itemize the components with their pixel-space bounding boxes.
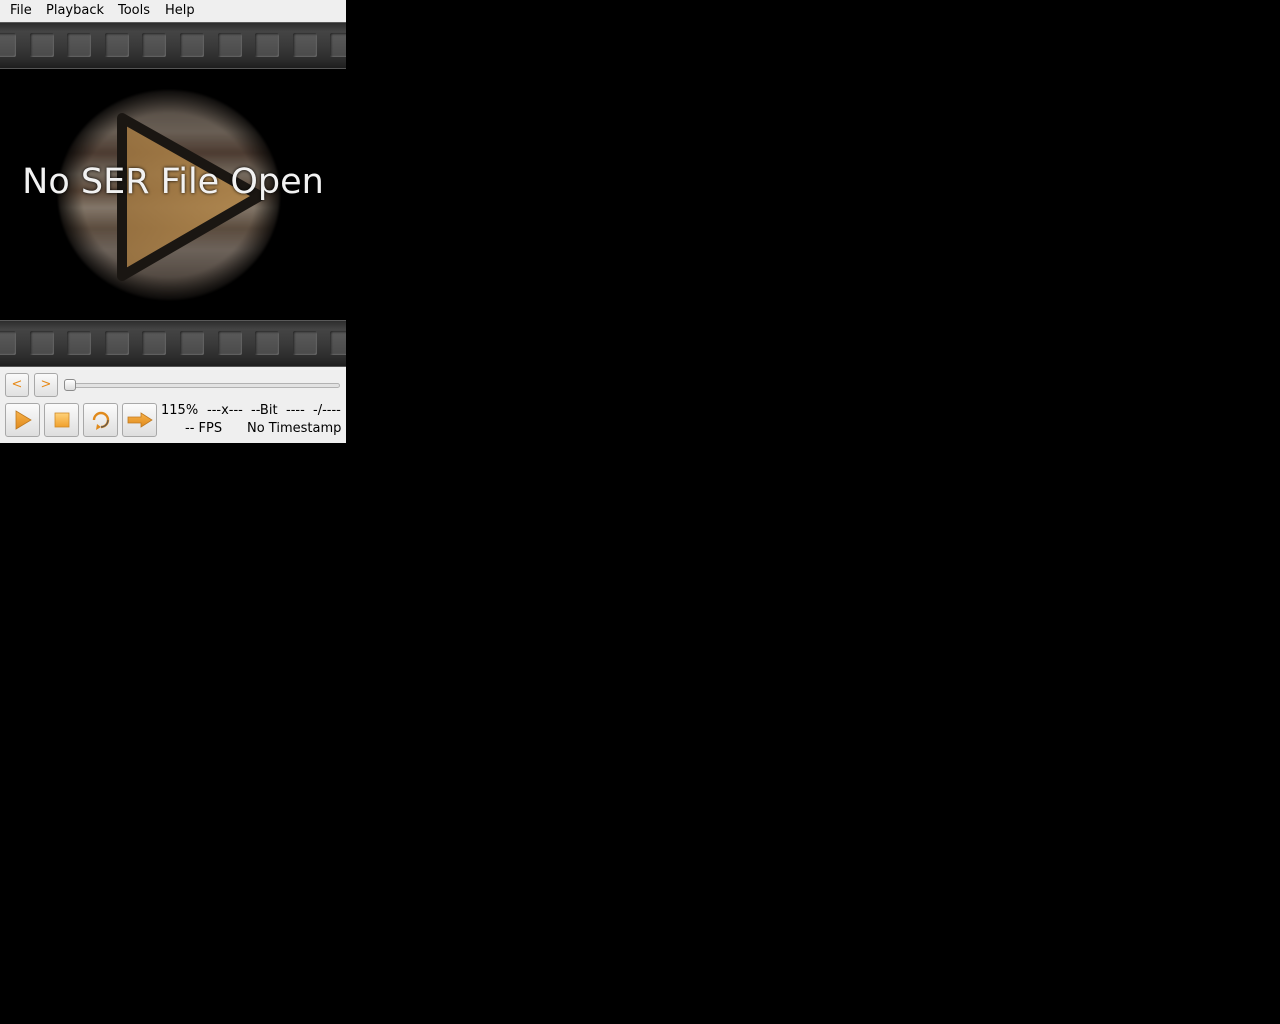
film-sprocket-hole xyxy=(292,331,317,355)
film-sprocket-hole xyxy=(292,33,317,57)
film-sprocket-hole xyxy=(180,331,204,355)
play-button[interactable] xyxy=(5,403,40,437)
film-sprocket-hole xyxy=(217,33,242,57)
filmstrip-bottom xyxy=(0,320,346,367)
film-sprocket-hole xyxy=(67,331,92,355)
menu-playback[interactable]: Playback xyxy=(46,3,104,19)
video-display: No SER File Open xyxy=(0,22,346,367)
filmstrip-top xyxy=(0,22,346,69)
film-sprocket-hole xyxy=(217,331,242,355)
timestamp-readout: No Timestamp xyxy=(247,421,342,436)
film-sprocket-hole xyxy=(330,331,346,355)
forward-arrow-icon xyxy=(127,412,153,428)
film-sprocket-hole xyxy=(142,331,167,355)
film-sprocket-hole xyxy=(67,33,92,57)
film-sprocket-hole xyxy=(142,33,167,57)
stop-icon xyxy=(54,412,69,428)
menu-bar: File Playback Tools Help xyxy=(0,0,346,22)
film-sprocket-hole xyxy=(180,33,204,57)
film-sprocket-hole xyxy=(29,33,54,57)
film-sprocket-hole xyxy=(255,331,280,355)
film-sprocket-hole xyxy=(104,331,129,355)
film-sprocket-hole xyxy=(29,331,54,355)
repeat-icon xyxy=(92,411,109,430)
next-frame-button[interactable]: > xyxy=(34,373,58,397)
frame-dimensions: ---x--- xyxy=(207,403,243,418)
color-mode: ---- xyxy=(286,403,305,418)
frame-slider-handle[interactable] xyxy=(64,379,76,391)
zoom-level: 115% xyxy=(161,403,199,418)
prev-frame-button[interactable]: < xyxy=(5,373,29,397)
bit-depth: --Bit xyxy=(251,403,278,418)
repeat-button[interactable] xyxy=(83,403,118,437)
menu-tools[interactable]: Tools xyxy=(118,3,150,19)
forward-button[interactable] xyxy=(122,403,157,437)
frame-counter: -/---- xyxy=(313,403,341,418)
menu-help[interactable]: Help xyxy=(165,3,195,19)
stop-button[interactable] xyxy=(44,403,79,437)
play-icon xyxy=(15,410,32,430)
film-sprocket-hole xyxy=(0,33,16,57)
frame-slider-track[interactable] xyxy=(66,383,340,388)
fps-readout: -- FPS xyxy=(185,421,223,436)
ser-player-window: File Playback Tools Help No SER File Ope… xyxy=(0,0,346,443)
menu-file[interactable]: File xyxy=(10,3,32,19)
no-file-message: No SER File Open xyxy=(22,162,324,202)
film-sprocket-hole xyxy=(0,331,16,355)
film-sprocket-hole xyxy=(104,33,129,57)
film-sprocket-hole xyxy=(330,33,346,57)
film-sprocket-hole xyxy=(255,33,280,57)
